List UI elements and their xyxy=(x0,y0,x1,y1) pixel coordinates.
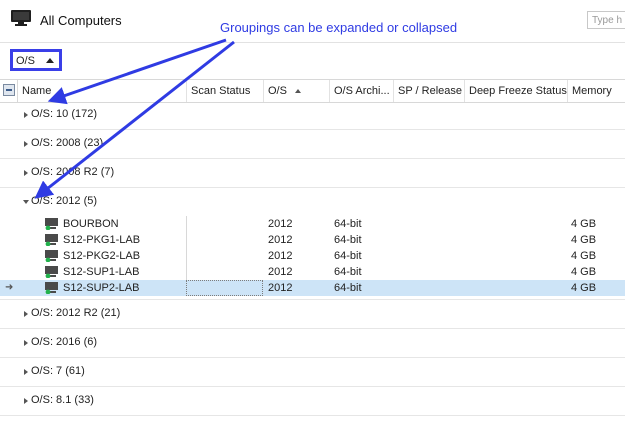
expand-icon[interactable] xyxy=(24,340,28,346)
computer-online-icon xyxy=(45,234,58,246)
column-name[interactable]: Name xyxy=(17,80,186,102)
column-os-label: O/S xyxy=(268,85,287,97)
cell-memory: 4 GB xyxy=(571,266,597,278)
cell-scan-status xyxy=(186,216,263,232)
cell-os: 2012 xyxy=(268,282,293,294)
group-by-label: O/S xyxy=(16,55,35,67)
cell-memory: 4 GB xyxy=(571,218,597,230)
cell-memory: 4 GB xyxy=(571,234,597,246)
cell-scan-status xyxy=(186,232,263,248)
group-by-chip[interactable]: O/S xyxy=(10,49,62,71)
computer-online-icon xyxy=(45,266,58,278)
expand-icon[interactable] xyxy=(24,311,28,317)
collapse-all-toggle[interactable] xyxy=(3,84,15,96)
cell-memory: 4 GB xyxy=(571,250,597,262)
cell-scan-status[interactable] xyxy=(186,280,263,296)
annotation-text: Groupings can be expanded or collapsed xyxy=(220,20,458,35)
sort-ascending-icon[interactable] xyxy=(46,58,54,63)
cell-os: 2012 xyxy=(268,250,293,262)
cell-os-architecture: 64-bit xyxy=(334,266,362,278)
group-row[interactable]: O/S: 2012 R2 (21) xyxy=(0,300,625,329)
cell-memory: 4 GB xyxy=(571,282,597,294)
column-os-architecture-label: O/S Archi... xyxy=(334,85,390,97)
column-deep-freeze-status-label: Deep Freeze Status xyxy=(469,85,567,97)
group-row[interactable]: O/S: 2016 (6) xyxy=(0,329,625,358)
cell-os: 2012 xyxy=(268,234,293,246)
expanded-group: O/S: 2012 (5) BOURBON 2012 64-bit 4 GB S… xyxy=(0,188,625,300)
cell-name: S12-SUP1-LAB xyxy=(63,266,140,278)
cell-name: S12-PKG1-LAB xyxy=(63,234,141,246)
table-row-selected[interactable]: ➜ S12-SUP2-LAB 2012 64-bit 4 GB xyxy=(0,280,625,296)
cell-scan-status xyxy=(186,264,263,280)
table-row[interactable]: BOURBON 2012 64-bit 4 GB xyxy=(0,216,625,232)
group-label: O/S: 2008 R2 (7) xyxy=(31,166,115,178)
expand-icon[interactable] xyxy=(24,369,28,375)
collapse-icon[interactable] xyxy=(23,200,29,204)
cell-os-architecture: 64-bit xyxy=(334,218,362,230)
table-row[interactable]: S12-SUP1-LAB 2012 64-bit 4 GB xyxy=(0,264,625,280)
page-title: All Computers xyxy=(40,13,122,28)
table-row[interactable]: S12-PKG1-LAB 2012 64-bit 4 GB xyxy=(0,232,625,248)
group-row[interactable]: O/S: 8.1 (33) xyxy=(0,387,625,416)
group-label: O/S: 8.1 (33) xyxy=(31,394,94,406)
computer-online-icon xyxy=(45,218,58,230)
group-row[interactable]: O/S: 2008 R2 (7) xyxy=(0,159,625,188)
cell-os: 2012 xyxy=(268,218,293,230)
expand-icon[interactable] xyxy=(24,112,28,118)
cell-name: BOURBON xyxy=(63,218,119,230)
group-label: O/S: 10 (172) xyxy=(31,108,98,120)
group-row[interactable]: O/S: 2008 (23) xyxy=(0,130,625,159)
column-os-architecture[interactable]: O/S Archi... xyxy=(329,80,393,102)
expand-icon[interactable] xyxy=(24,398,28,404)
column-os[interactable]: O/S xyxy=(263,80,329,102)
group-row-expanded[interactable]: O/S: 2012 (5) xyxy=(0,188,625,216)
column-name-label: Name xyxy=(22,85,52,97)
column-header-row: Name Scan Status O/S O/S Archi... SP / R… xyxy=(0,79,625,103)
cell-scan-status xyxy=(186,248,263,264)
computer-online-icon xyxy=(45,282,58,294)
column-scan-status[interactable]: Scan Status xyxy=(186,80,263,102)
current-row-pointer-icon: ➜ xyxy=(5,282,14,293)
group-row[interactable]: O/S: 10 (172) xyxy=(0,101,625,130)
column-memory-label: Memory xyxy=(572,85,612,97)
column-memory[interactable]: Memory xyxy=(567,80,625,102)
computer-online-icon xyxy=(45,250,58,262)
cell-os-architecture: 64-bit xyxy=(334,282,362,294)
cell-os-architecture: 64-bit xyxy=(334,234,362,246)
cell-os: 2012 xyxy=(268,266,293,278)
computer-icon xyxy=(11,10,31,26)
cell-name: S12-SUP2-LAB xyxy=(63,282,140,294)
column-deep-freeze-status[interactable]: Deep Freeze Status xyxy=(464,80,567,102)
column-sp-release[interactable]: SP / Release xyxy=(393,80,464,102)
expand-icon[interactable] xyxy=(24,170,28,176)
cell-name: S12-PKG2-LAB xyxy=(63,250,141,262)
group-label: O/S: 2008 (23) xyxy=(31,137,104,149)
group-label: O/S: 7 (61) xyxy=(31,365,85,377)
cell-os-architecture: 64-bit xyxy=(334,250,362,262)
expand-icon[interactable] xyxy=(24,141,28,147)
group-label: O/S: 2016 (6) xyxy=(31,336,98,348)
sort-ascending-icon xyxy=(294,89,301,94)
table-row[interactable]: S12-PKG2-LAB 2012 64-bit 4 GB xyxy=(0,248,625,264)
grouping-bar: O/S xyxy=(0,42,625,79)
search-input[interactable]: Type h xyxy=(587,11,625,29)
column-sp-release-label: SP / Release xyxy=(398,85,463,97)
group-label: O/S: 2012 (5) xyxy=(31,195,98,207)
group-row[interactable]: O/S: 7 (61) xyxy=(0,358,625,387)
group-label: O/S: 2012 R2 (21) xyxy=(31,307,121,319)
computer-list: O/S: 10 (172) O/S: 2008 (23) O/S: 2008 R… xyxy=(0,101,625,416)
column-scan-status-label: Scan Status xyxy=(191,85,251,97)
